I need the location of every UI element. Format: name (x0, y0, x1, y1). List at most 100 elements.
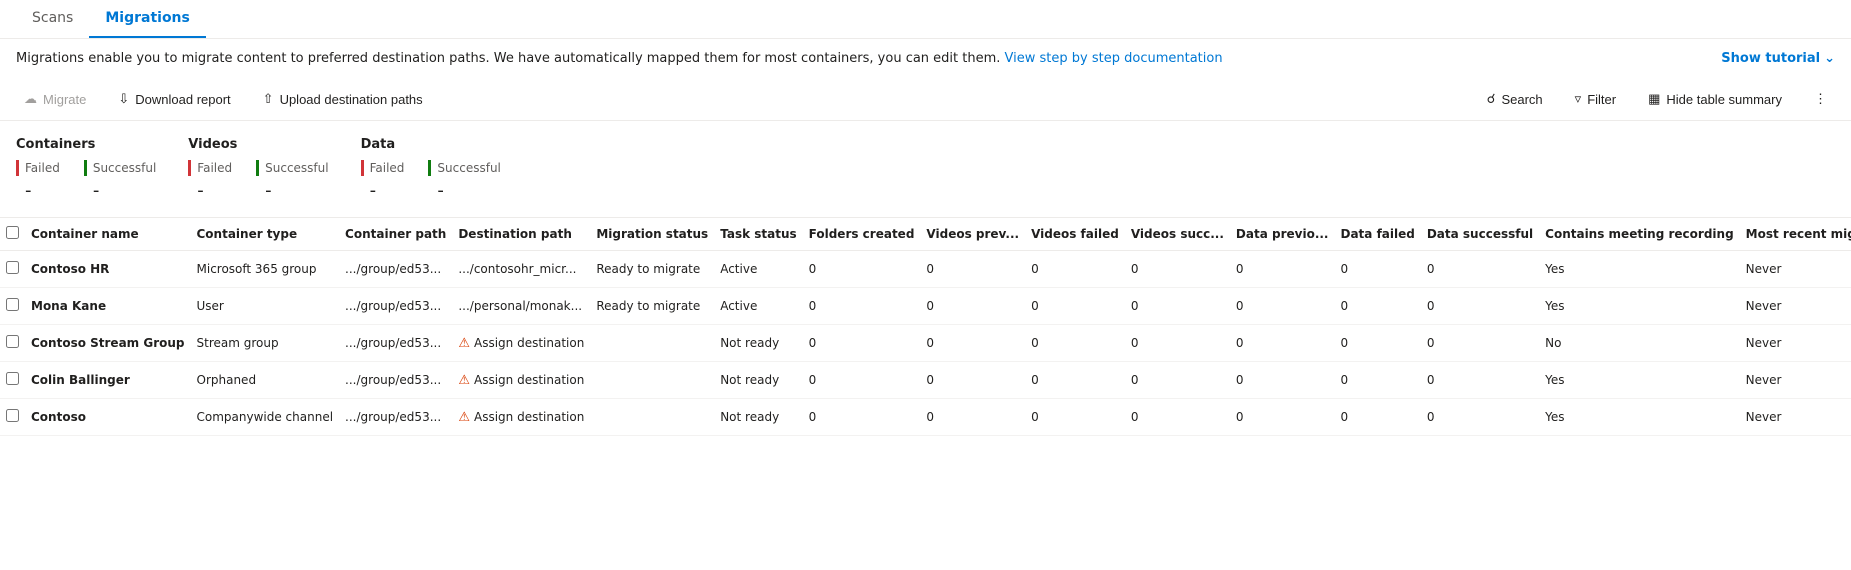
cell-task_status: Active (714, 288, 802, 325)
filter-button[interactable]: ▿ Filter (1567, 86, 1624, 112)
cell-name: Mona Kane (25, 288, 191, 325)
table-row: ContosoCompanywide channel.../group/ed53… (0, 399, 1851, 436)
summary-item-data-failed: Failed - (361, 160, 405, 201)
cell-migration_status (590, 399, 714, 436)
row-checkbox[interactable] (6, 372, 19, 385)
cell-migration_status: Ready to migrate (590, 288, 714, 325)
row-checkbox-cell (0, 325, 25, 362)
cell-data_failed: 0 (1335, 399, 1421, 436)
col-header-recent[interactable]: Most recent migration ↓ (1740, 218, 1851, 251)
col-header-name: Container name (25, 218, 191, 251)
col-header-data_succ: Data successful (1421, 218, 1539, 251)
migrate-button[interactable]: ☁ Migrate (16, 86, 94, 112)
toolbar-left: ☁ Migrate ⇩ Download report ⇧ Upload des… (16, 86, 431, 112)
summary-item-data-successful: Successful- (428, 160, 500, 201)
col-header-dest: Destination path (452, 218, 590, 251)
cell-videos_prev: 0 (920, 325, 1025, 362)
cell-migration_status (590, 362, 714, 399)
cell-videos_prev: 0 (920, 288, 1025, 325)
summary-bar-green (428, 160, 431, 176)
cell-videos_failed: 0 (1025, 362, 1125, 399)
cell-data_prev: 0 (1230, 288, 1335, 325)
warning-icon: ⚠ (458, 410, 470, 425)
cell-task_status: Not ready (714, 362, 802, 399)
upload-button[interactable]: ⇧ Upload destination paths (255, 86, 431, 112)
cell-name: Contoso Stream Group (25, 325, 191, 362)
assign-destination[interactable]: ⚠ Assign destination (458, 373, 584, 388)
cell-name: Contoso (25, 399, 191, 436)
cell-data_succ: 0 (1421, 288, 1539, 325)
summary-section: Containers Failed - Successful- VideosFailed… (0, 121, 1851, 218)
more-options-button[interactable]: ⋮ (1806, 86, 1835, 112)
cell-data_failed: 0 (1335, 288, 1421, 325)
col-header-type: Container type (191, 218, 340, 251)
summary-value: - (188, 180, 232, 201)
summary-group-videos: VideosFailed-Successful- (188, 137, 328, 201)
cell-dest: ⚠ Assign destination (452, 399, 590, 436)
summary-label: Failed (370, 161, 405, 175)
select-all-checkbox[interactable] (6, 226, 19, 239)
tab-migrations[interactable]: Migrations (89, 0, 206, 38)
summary-group-title-containers: Containers (16, 137, 156, 152)
show-tutorial-button[interactable]: Show tutorial ⌄ (1721, 51, 1835, 66)
tab-scans[interactable]: Scans (16, 0, 89, 38)
cell-videos_succ: 0 (1125, 288, 1230, 325)
table-row: Mona KaneUser.../group/ed53....../person… (0, 288, 1851, 325)
summary-groups: Containers Failed - Successful- VideosFailed… (16, 137, 1835, 201)
summary-group-title-data: Data (361, 137, 501, 152)
summary-label: Failed (25, 161, 60, 175)
search-button[interactable]: ☌ Search (1479, 86, 1551, 112)
more-icon: ⋮ (1814, 91, 1827, 107)
table-row: Colin BallingerOrphaned.../group/ed53...… (0, 362, 1851, 399)
download-icon: ⇩ (118, 91, 129, 107)
assign-destination[interactable]: ⚠ Assign destination (458, 410, 584, 425)
cell-videos_prev: 0 (920, 399, 1025, 436)
cell-videos_failed: 0 (1025, 288, 1125, 325)
summary-value: - (361, 180, 405, 201)
cell-data_prev: 0 (1230, 251, 1335, 288)
summary-group-containers: ContainersFailed-Successful- (16, 137, 156, 201)
col-header-task_status: Task status (714, 218, 802, 251)
col-header-videos_prev: Videos prev... (920, 218, 1025, 251)
row-checkbox[interactable] (6, 298, 19, 311)
cell-videos_succ: 0 (1125, 399, 1230, 436)
cell-path: .../group/ed53... (339, 251, 452, 288)
summary-bar-red (16, 160, 19, 176)
row-checkbox[interactable] (6, 409, 19, 422)
cell-type: Orphaned (191, 362, 340, 399)
summary-bar-red (361, 160, 364, 176)
table-row: Contoso HRMicrosoft 365 group.../group/e… (0, 251, 1851, 288)
upload-icon: ⇧ (263, 91, 274, 107)
filter-icon: ▿ (1575, 91, 1582, 107)
cell-type: Companywide channel (191, 399, 340, 436)
cell-data_succ: 0 (1421, 399, 1539, 436)
cell-path: .../group/ed53... (339, 399, 452, 436)
docs-link[interactable]: View step by step documentation (1005, 51, 1223, 66)
summary-item-containers-failed: Failed- (16, 160, 60, 201)
cell-videos_succ: 0 (1125, 362, 1230, 399)
table-container: Container nameContainer typeContainer pa… (0, 218, 1851, 436)
cell-videos_prev: 0 (920, 251, 1025, 288)
cell-videos_failed: 0 (1025, 325, 1125, 362)
summary-group-data: Data Failed - Successful- (361, 137, 501, 201)
cell-type: User (191, 288, 340, 325)
summary-bar-green (256, 160, 259, 176)
migrate-icon: ☁ (24, 91, 37, 107)
migrations-table: Container nameContainer typeContainer pa… (0, 218, 1851, 436)
toolbar: ☁ Migrate ⇩ Download report ⇧ Upload des… (0, 78, 1851, 121)
assign-destination[interactable]: ⚠ Assign destination (458, 336, 584, 351)
cell-type: Stream group (191, 325, 340, 362)
tab-bar: Scans Migrations (0, 0, 1851, 39)
cell-folders: 0 (803, 325, 921, 362)
row-checkbox[interactable] (6, 335, 19, 348)
download-button[interactable]: ⇩ Download report (110, 86, 238, 112)
row-checkbox[interactable] (6, 261, 19, 274)
cell-dest: ⚠ Assign destination (452, 325, 590, 362)
row-checkbox-cell (0, 362, 25, 399)
col-header-contains_meeting: Contains meeting recording (1539, 218, 1740, 251)
cell-contains_meeting: Yes (1539, 251, 1740, 288)
cell-data_failed: 0 (1335, 251, 1421, 288)
hide-summary-button[interactable]: ▦ Hide table summary (1640, 86, 1790, 112)
search-icon: ☌ (1487, 91, 1496, 107)
warning-icon: ⚠ (458, 373, 470, 388)
